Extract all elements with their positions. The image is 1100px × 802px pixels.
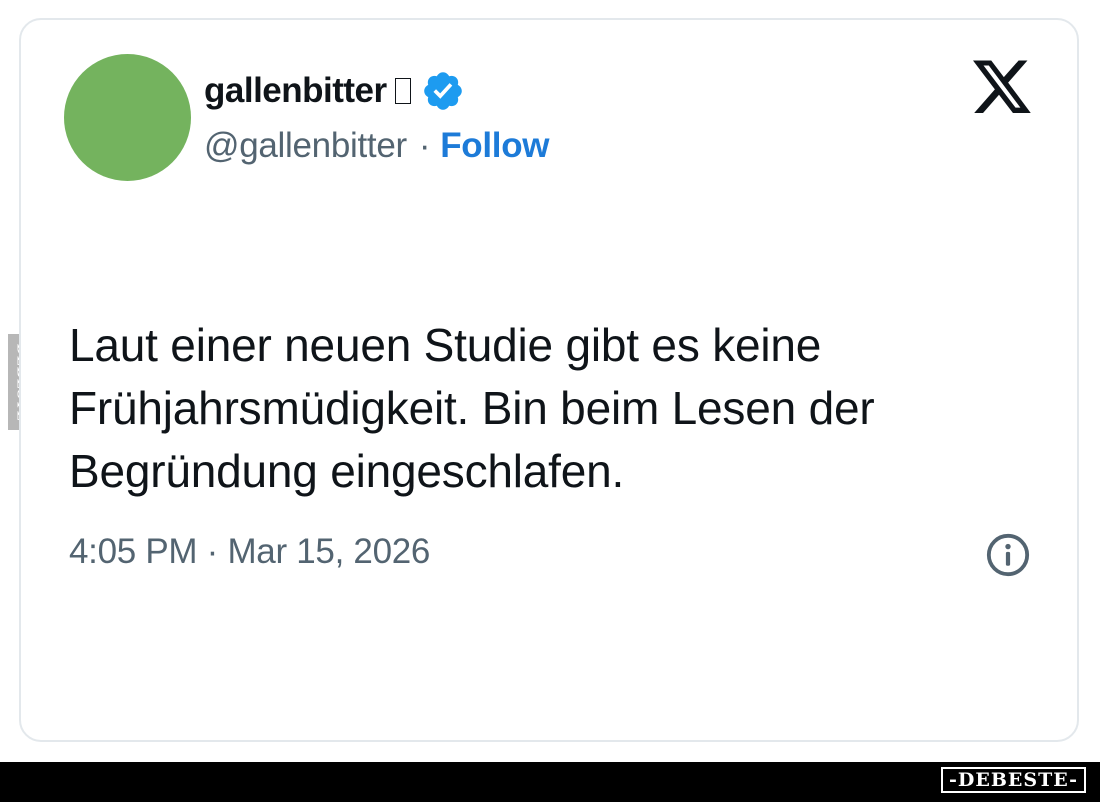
- verified-badge-icon: [423, 72, 462, 110]
- tweet-text-line: Laut einer neuen Studie gibt es keine: [69, 319, 822, 371]
- tweet-text-line: Begründung eingeschlafen.: [69, 445, 625, 497]
- handle-separator: ·: [418, 126, 431, 165]
- info-icon[interactable]: [985, 532, 1031, 578]
- display-name[interactable]: gallenbitter: [204, 71, 387, 111]
- author-handle[interactable]: @gallenbitter: [204, 126, 407, 166]
- tweet-text-line: Frühjahrsmüdigkeit. Bin beim Lesen der: [69, 382, 875, 434]
- missing-glyph-icon: [394, 78, 411, 104]
- author-name-row: gallenbitter: [204, 68, 465, 114]
- avatar[interactable]: [64, 54, 191, 181]
- footer-bar: -DEBESTE-: [0, 762, 1100, 802]
- tweet-card: gallenbitter @gallenbitter · Follow Laut…: [19, 18, 1079, 742]
- x-logo-icon[interactable]: [973, 60, 1033, 116]
- handle-row: @gallenbitter · Follow: [204, 124, 550, 168]
- follow-button[interactable]: Follow: [440, 126, 549, 166]
- page: DEBESTE gallenbitter @gallenbitter · Fol…: [0, 0, 1100, 802]
- tweet-timestamp[interactable]: 4:05 PM · Mar 15, 2026: [69, 532, 430, 572]
- tweet-text: Laut einer neuen Studie gibt es keine Fr…: [69, 314, 1029, 503]
- footer-watermark: -DEBESTE-: [941, 767, 1086, 793]
